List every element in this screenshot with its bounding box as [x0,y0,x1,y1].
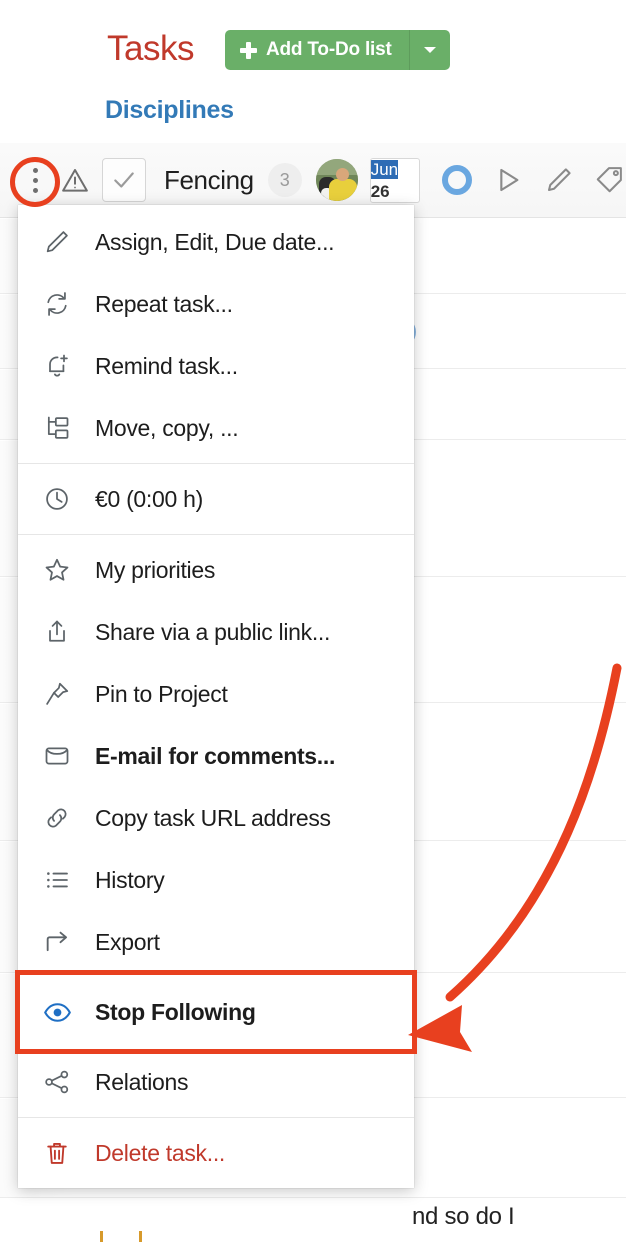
background-text: nd so do I [412,1203,515,1230]
menu-item-assign-edit-due-date[interactable]: Assign, Edit, Due date... [18,211,414,273]
background-chip [100,1231,142,1242]
pencil-icon[interactable] [544,165,574,195]
menu-item-move-copy[interactable]: Move, copy, ... [18,397,414,459]
menu-item-label: Assign, Edit, Due date... [95,228,335,255]
add-todo-list-button-group[interactable]: Add To-Do list [225,30,450,70]
comment-count-badge[interactable]: 3 [267,163,302,197]
task-complete-checkbox[interactable] [102,158,146,202]
menu-item-email-for-comments[interactable]: E-mail for comments... [18,725,414,787]
list-icon [43,866,77,894]
menu-item-history[interactable]: History [18,849,414,911]
menu-item-repeat-task[interactable]: Repeat task... [18,273,414,335]
menu-item-label: Remind task... [95,352,238,379]
menu-item-label: Delete task... [95,1139,226,1166]
tag-icon[interactable] [594,165,624,195]
add-todo-list-label: Add To-Do list [266,39,392,60]
menu-divider [18,463,414,464]
trash-icon [43,1139,77,1167]
menu-item-label: Copy task URL address [95,804,331,831]
menu-item-label: My priorities [95,556,216,583]
move-copy-icon [43,414,77,442]
menu-item-label: History [95,866,165,893]
share-icon [43,618,77,646]
menu-item-label: Repeat task... [95,290,233,317]
menu-item-export[interactable]: Export [18,911,414,973]
menu-item-label: Share via a public link... [95,618,331,645]
menu-item-copy-task-url[interactable]: Copy task URL address [18,787,414,849]
menu-divider [18,534,414,535]
blue-circle-icon[interactable] [441,165,472,195]
due-date-month: Jun [370,159,399,179]
add-todo-list-dropdown-toggle[interactable] [410,30,450,70]
due-date-badge[interactable]: Jun 26 [369,157,420,203]
app-root: Tasks Add To-Do list Disciplines Fencing… [0,0,626,1242]
page-header: Tasks Add To-Do list Disciplines [0,0,626,143]
task-context-menu: Assign, Edit, Due date... Repeat task... [15,205,417,1188]
menu-divider [18,1117,414,1118]
pencil-icon [43,228,77,256]
menu-item-my-priorities[interactable]: My priorities [18,539,414,601]
menu-item-relations[interactable]: Relations [18,1051,414,1113]
menu-item-stop-following[interactable]: Stop Following [15,970,417,1054]
warning-triangle-icon[interactable] [58,163,92,197]
menu-item-label: E-mail for comments... [95,742,336,769]
task-name[interactable]: Fencing [164,165,254,196]
menu-item-pin-to-project[interactable]: Pin to Project [18,663,414,725]
kebab-menu-icon[interactable] [22,163,48,197]
play-icon[interactable] [492,164,524,196]
menu-item-label: €0 (0:00 h) [95,485,203,512]
due-date-day: 26 [370,181,390,201]
breadcrumb[interactable]: Disciplines [105,96,234,125]
export-arrow-icon [43,928,77,956]
menu-item-remind-task[interactable]: Remind task... [18,335,414,397]
relations-icon [43,1068,77,1096]
menu-item-share-public-link[interactable]: Share via a public link... [18,601,414,663]
menu-item-delete-task[interactable]: Delete task... [18,1122,414,1184]
avatar[interactable] [315,159,358,201]
page-title: Tasks [107,29,194,68]
bell-plus-icon [43,352,77,380]
menu-item-time-cost[interactable]: €0 (0:00 h) [18,468,414,530]
menu-item-label: Pin to Project [95,680,228,707]
menu-item-label: Move, copy, ... [95,414,239,441]
eye-icon [43,998,77,1027]
menu-item-label: Relations [95,1068,189,1095]
envelope-icon [43,742,77,770]
plus-icon [240,41,257,59]
star-icon [43,556,77,584]
chevron-down-icon [423,47,436,53]
pin-icon [43,680,77,708]
menu-item-label: Stop Following [95,998,256,1025]
link-icon [43,804,77,832]
clock-icon [43,485,77,513]
menu-item-label: Export [95,928,160,955]
check-icon [114,172,134,188]
repeat-icon [43,290,77,318]
add-todo-list-button[interactable]: Add To-Do list [225,30,410,70]
